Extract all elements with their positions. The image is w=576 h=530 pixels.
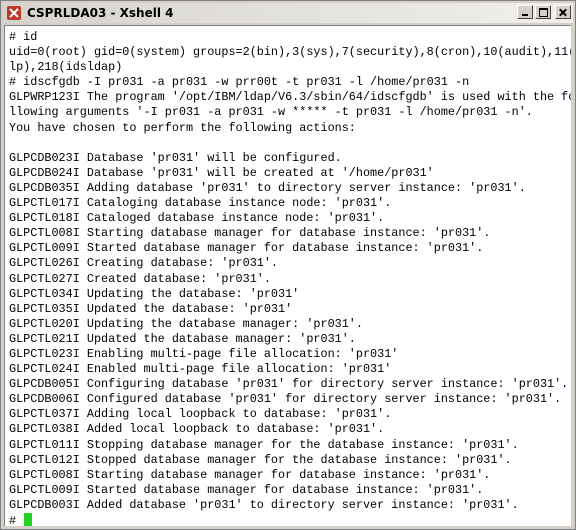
terminal-line: GLPCTL035I Updated the database: 'pr031' [9, 301, 293, 316]
terminal-line: GLPCDB035I Adding database 'pr031' to di… [9, 180, 526, 195]
terminal-line: GLPCTL023I Enabling multi-page file allo… [9, 346, 399, 361]
terminal-line: GLPCTL026I Creating database: 'pr031'. [9, 256, 279, 271]
terminal-line: GLPCTL017I Cataloging database instance … [9, 196, 392, 211]
terminal-line: GLPCTL034I Updating the database: 'pr031… [9, 286, 300, 301]
terminal-line: GLPCTL037I Adding local loopback to data… [9, 407, 392, 422]
terminal-line: llowing arguments '-I pr031 -a pr031 -w … [9, 105, 533, 120]
window-controls [517, 5, 571, 19]
maximize-button[interactable] [535, 5, 551, 19]
terminal-line: GLPCTL038I Added local loopback to datab… [9, 422, 385, 437]
terminal-line: GLPCTL020I Updating the database manager… [9, 316, 363, 331]
terminal-line: GLPCTL008I Starting database manager for… [9, 467, 491, 482]
terminal-line: GLPCTL021I Updated the database manager:… [9, 331, 356, 346]
terminal-line: GLPCTL018I Cataloged database instance n… [9, 211, 385, 226]
terminal-line: GLPCTL024I Enabled multi-page file alloc… [9, 362, 392, 377]
window-title: CSPRLDA03 - Xshell 4 [27, 6, 174, 20]
terminal-line: GLPCTL008I Starting database manager for… [9, 226, 491, 241]
terminal-line: uid=0(root) gid=0(system) groups=2(bin),… [9, 45, 571, 60]
title-bar[interactable]: CSPRLDA03 - Xshell 4 [3, 3, 573, 23]
terminal-line: GLPCDB005I Configuring database 'pr031' … [9, 377, 569, 392]
terminal-line: GLPCTL009I Started database manager for … [9, 482, 484, 497]
terminal-line: GLPCTL009I Started database manager for … [9, 241, 484, 256]
terminal-line: GLPCTL027I Created database: 'pr031'. [9, 271, 271, 286]
prompt-line[interactable]: # [9, 513, 567, 526]
terminal-line: GLPCTL011I Stopping database manager for… [9, 437, 519, 452]
terminal-line: GLPCDB003I Added database 'pr031' to dir… [9, 497, 519, 512]
close-button[interactable] [555, 5, 571, 19]
terminal-lines: # id uid=0(root) gid=0(system) groups=2(b… [5, 26, 571, 526]
minimize-button[interactable] [517, 5, 533, 19]
terminal-line: # id [9, 30, 38, 44]
terminal-line: # idscfgdb -I pr031 -a pr031 -w prr00t -… [9, 75, 470, 90]
shell-prompt: # [9, 514, 24, 526]
xshell-icon [7, 6, 21, 20]
terminal-line: GLPCTL012I Stopped database manager for … [9, 452, 512, 467]
terminal-line: GLPCDB024I Database 'pr031' will be crea… [9, 165, 434, 180]
terminal-line: lp),218(idsldap) [9, 60, 123, 75]
terminal-line: GLPCDB023I Database 'pr031' will be conf… [9, 150, 342, 165]
xshell-window: CSPRLDA03 - Xshell 4 # id uid=0(root) gid… [0, 0, 576, 530]
terminal-line: GLPWRP123I The program '/opt/IBM/ldap/V6… [9, 90, 571, 105]
text-cursor [24, 513, 33, 526]
terminal-line: You have chosen to perform the following… [9, 120, 356, 135]
terminal-output[interactable]: # id uid=0(root) gid=0(system) groups=2(b… [4, 25, 571, 526]
terminal-line: GLPCDB006I Configured database 'pr031' f… [9, 392, 562, 407]
